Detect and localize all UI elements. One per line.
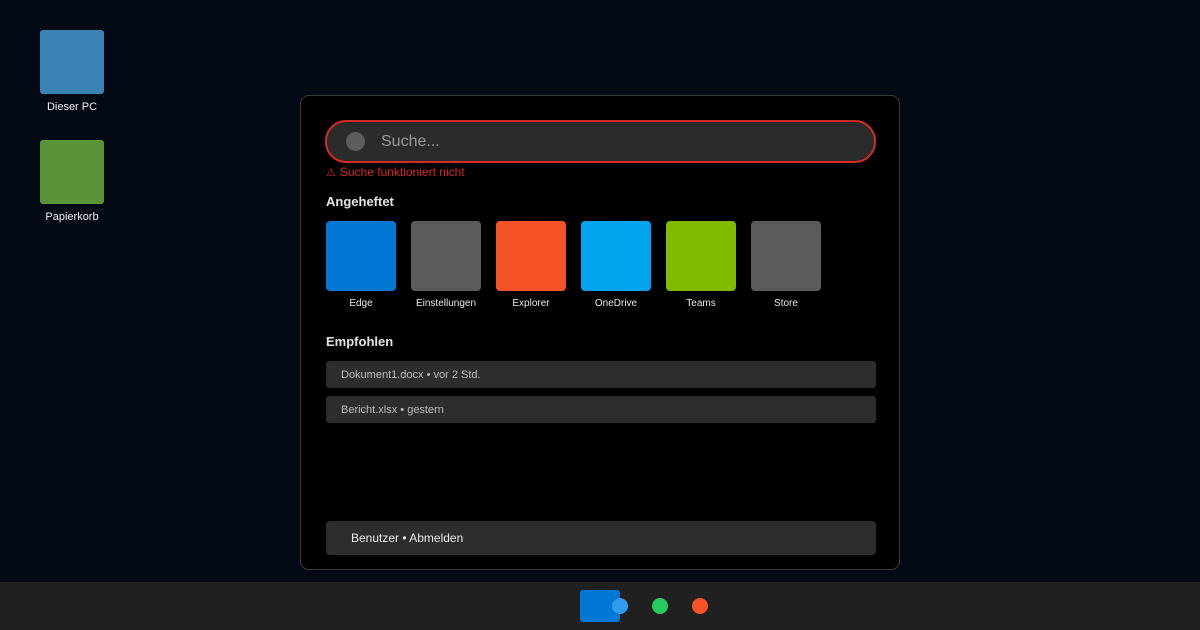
taskbar <box>0 582 1200 630</box>
pinned-app-store[interactable]: Store <box>751 221 821 309</box>
explorer-icon <box>496 221 566 291</box>
recommended-item-label: Dokument1.docx • vor 2 Std. <box>341 368 481 381</box>
recycle-bin-icon <box>40 140 104 204</box>
user-bar-label: Benutzer • Abmelden <box>351 531 464 545</box>
pinned-app-explorer[interactable]: Explorer <box>496 221 566 309</box>
teams-icon <box>666 221 736 291</box>
recommended-list: Dokument1.docx • vor 2 Std. Bericht.xlsx… <box>326 361 876 431</box>
taskbar-app-blue-icon[interactable] <box>612 598 628 614</box>
taskbar-app-green-icon[interactable] <box>652 598 668 614</box>
pinned-app-onedrive[interactable]: OneDrive <box>581 221 651 309</box>
edge-icon <box>326 221 396 291</box>
search-input[interactable] <box>381 132 874 151</box>
search-icon <box>346 132 365 151</box>
pinned-app-teams[interactable]: Teams <box>666 221 736 309</box>
pinned-heading: Angeheftet <box>326 194 394 209</box>
recommended-item-label: Bericht.xlsx • gestern <box>341 403 444 416</box>
desktop-icon-recycle-bin[interactable]: Papierkorb <box>32 140 112 224</box>
pinned-app-edge[interactable]: Edge <box>326 221 396 309</box>
onedrive-icon <box>581 221 651 291</box>
warning-icon: ⚠ <box>326 166 336 179</box>
recommended-heading: Empfohlen <box>326 334 394 349</box>
desktop-icon-label: Papierkorb <box>45 211 99 223</box>
recommended-item[interactable]: Dokument1.docx • vor 2 Std. <box>326 361 876 388</box>
start-menu: ⚠ Suche funktioniert nicht Angeheftet Ed… <box>300 95 900 570</box>
settings-icon <box>411 221 481 291</box>
pinned-app-label: OneDrive <box>594 298 638 309</box>
pinned-apps: Edge Einstellungen Explorer OneDrive Tea… <box>326 221 836 309</box>
pinned-app-label: Einstellungen <box>415 298 477 309</box>
computer-icon <box>40 30 104 94</box>
desktop-icon-this-pc[interactable]: Dieser PC <box>32 30 112 114</box>
pinned-app-label: Explorer <box>512 298 550 309</box>
pinned-app-settings[interactable]: Einstellungen <box>411 221 481 309</box>
search-bar[interactable] <box>325 120 876 163</box>
recommended-item[interactable]: Bericht.xlsx • gestern <box>326 396 876 423</box>
desktop-icon-label: Dieser PC <box>46 101 98 113</box>
search-error-message: ⚠ Suche funktioniert nicht <box>326 165 465 179</box>
store-icon <box>751 221 821 291</box>
pinned-app-label: Store <box>774 298 798 309</box>
search-error-text: Suche funktioniert nicht <box>339 165 465 179</box>
user-bar[interactable]: Benutzer • Abmelden <box>326 521 876 555</box>
pinned-app-label: Edge <box>349 298 373 309</box>
taskbar-app-orange-icon[interactable] <box>692 598 708 614</box>
pinned-app-label: Teams <box>686 298 716 309</box>
